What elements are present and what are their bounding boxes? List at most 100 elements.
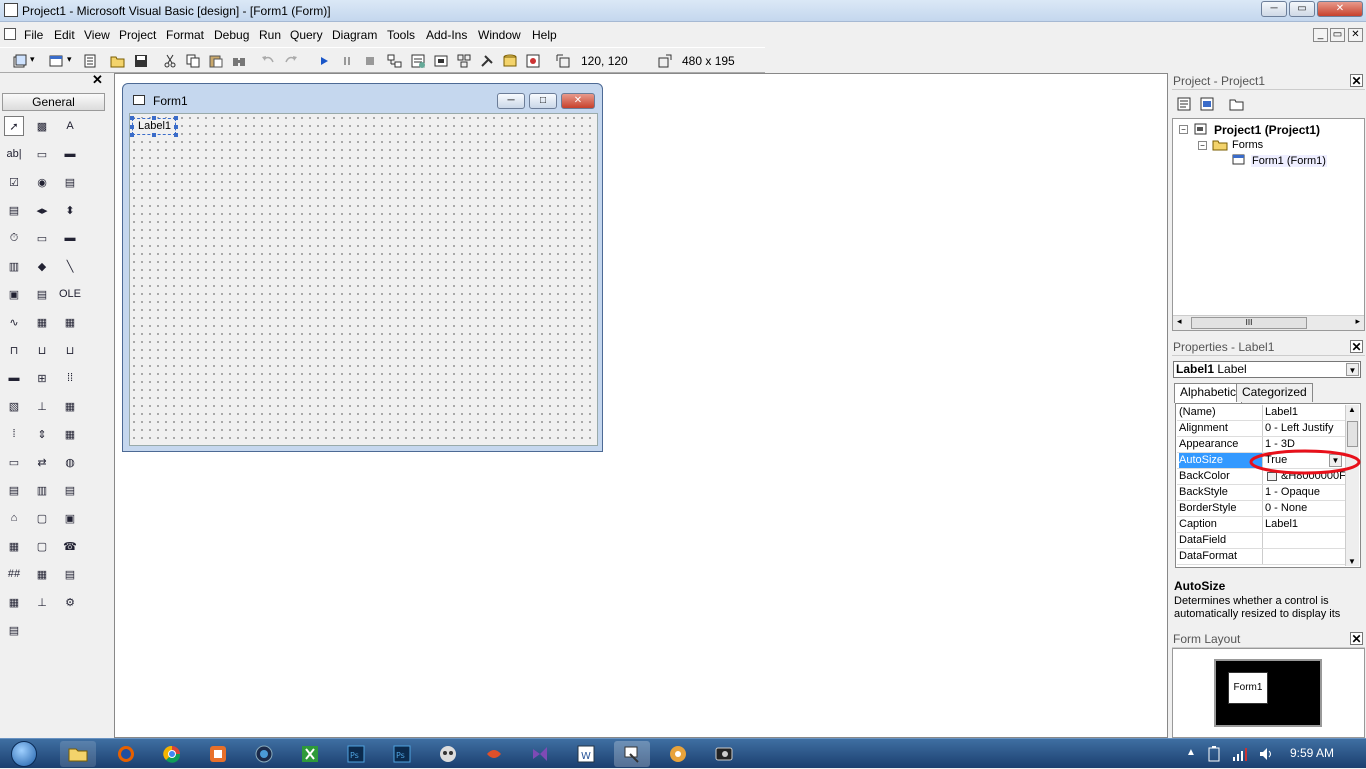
- mdi-close-button[interactable]: ✕: [1348, 28, 1363, 42]
- commondialog-tool[interactable]: ▭: [4, 452, 24, 472]
- timer-tool[interactable]: ⏱: [4, 228, 24, 248]
- add-form-icon[interactable]: [48, 53, 64, 69]
- winsock-tool[interactable]: ⇄: [32, 452, 52, 472]
- menu-query[interactable]: Query: [290, 28, 323, 42]
- property-row[interactable]: Alignment 0 - Left Justify: [1177, 421, 1345, 437]
- textbox-tool[interactable]: ab|: [4, 144, 24, 164]
- statusbar-tool[interactable]: ⊔: [60, 340, 80, 360]
- toolbox-close-button[interactable]: ✕: [91, 73, 104, 87]
- mdi-minimize-button[interactable]: _: [1313, 28, 1328, 42]
- vscrollbar-tool[interactable]: ⬍: [60, 200, 80, 220]
- property-value[interactable]: Label1: [1265, 405, 1345, 420]
- taskbar-app-icon[interactable]: [706, 741, 742, 767]
- toggle-folders-icon[interactable]: [1229, 96, 1245, 112]
- window-close-button[interactable]: ✕: [1317, 1, 1363, 17]
- phone-tool[interactable]: ☎: [60, 536, 80, 556]
- taskbar-app-icon[interactable]: [430, 741, 466, 767]
- toolbar-tool[interactable]: ⊔: [32, 340, 52, 360]
- tree-form1-item[interactable]: Form1 (Form1): [1251, 155, 1327, 167]
- start-icon[interactable]: [316, 53, 332, 69]
- shape-tool[interactable]: ◆: [32, 256, 52, 276]
- frame-tool[interactable]: ▭: [32, 144, 52, 164]
- property-value[interactable]: 0 - Left Justify: [1265, 421, 1345, 436]
- scroll-down-icon[interactable]: ▼: [1348, 557, 1356, 566]
- open-project-icon[interactable]: [110, 53, 126, 69]
- property-row[interactable]: BackStyle 1 - Opaque: [1177, 485, 1345, 501]
- slider-tool[interactable]: ⊥: [32, 396, 52, 416]
- hierflexgrid-tool[interactable]: ▦: [60, 424, 80, 444]
- mdi-system-icon[interactable]: [4, 28, 16, 40]
- drivelistbox-tool[interactable]: ▭: [32, 228, 52, 248]
- menu-diagram[interactable]: Diagram: [332, 28, 377, 42]
- ole-tool[interactable]: OLE: [59, 284, 81, 304]
- project-explorer-icon[interactable]: [387, 53, 403, 69]
- taskbar-app-icon[interactable]: [200, 741, 236, 767]
- menu-edit[interactable]: Edit: [54, 28, 75, 42]
- flexgrid-tool[interactable]: ▦: [60, 396, 80, 416]
- resize-handle[interactable]: [174, 125, 178, 129]
- picturebox-tool[interactable]: ▩: [32, 116, 52, 136]
- imagelist-tool[interactable]: ▧: [4, 396, 24, 416]
- taskbar-app-icon[interactable]: [476, 741, 512, 767]
- property-value[interactable]: 0 - None: [1265, 501, 1345, 516]
- data-view-icon[interactable]: [502, 53, 518, 69]
- menu-file[interactable]: File: [24, 28, 43, 42]
- start-button[interactable]: [4, 739, 44, 769]
- internet-tool[interactable]: ◍: [60, 452, 80, 472]
- add-form-dropdown-icon[interactable]: ▾: [67, 54, 72, 65]
- datarepeater-tool[interactable]: ▢: [32, 508, 52, 528]
- sysinfo-tool[interactable]: ▤: [4, 620, 24, 640]
- object-selector-combo[interactable]: Label1 Label ▼: [1173, 361, 1361, 378]
- datalist-tool[interactable]: ▤: [60, 564, 80, 584]
- collapse-project-icon[interactable]: −: [1179, 125, 1188, 134]
- menu-run[interactable]: Run: [259, 28, 281, 42]
- properties-window-icon[interactable]: [410, 53, 426, 69]
- add-project-dropdown-icon[interactable]: ▾: [30, 54, 35, 65]
- mapi-tool[interactable]: ⚙: [60, 592, 80, 612]
- property-row[interactable]: Caption Label1: [1177, 517, 1345, 533]
- window-minimize-button[interactable]: ─: [1261, 1, 1287, 17]
- taskbar-app-icon[interactable]: [660, 741, 696, 767]
- resize-handle[interactable]: [174, 133, 178, 137]
- property-row[interactable]: BorderStyle 0 - None: [1177, 501, 1345, 517]
- toolbox-icon[interactable]: [479, 53, 495, 69]
- property-value[interactable]: [1265, 533, 1345, 548]
- taskbar-chrome-icon[interactable]: [154, 741, 190, 767]
- resize-handle[interactable]: [130, 116, 134, 120]
- taskbar-firefox-icon[interactable]: [108, 741, 144, 767]
- coolbar-tool[interactable]: ▦: [4, 536, 24, 556]
- view-object-icon[interactable]: [1199, 96, 1215, 112]
- mediaplayer-tool[interactable]: ▣: [60, 508, 80, 528]
- animation-tool[interactable]: ⁞: [4, 424, 24, 444]
- project-horizontal-scrollbar[interactable]: ◂ III ▸: [1173, 315, 1364, 330]
- menu-addins[interactable]: Add-Ins: [426, 28, 467, 42]
- save-project-icon[interactable]: [133, 53, 149, 69]
- copy-icon[interactable]: [185, 53, 201, 69]
- show-hidden-icons[interactable]: ▲: [1186, 747, 1196, 758]
- form-close-button[interactable]: ✕: [561, 93, 595, 109]
- menu-view[interactable]: View: [84, 28, 110, 42]
- chevron-down-icon[interactable]: ▼: [1346, 363, 1359, 376]
- form-client-area[interactable]: Label1: [129, 113, 598, 446]
- form1-designer-window[interactable]: Form1 ─ □ ✕ Label1: [122, 83, 603, 452]
- redo-icon[interactable]: [283, 53, 299, 69]
- dataenv-tool[interactable]: ⌂: [4, 508, 24, 528]
- tab-tool[interactable]: ⊓: [4, 340, 24, 360]
- resize-handle[interactable]: [152, 133, 156, 137]
- checkbox-tool[interactable]: ☑: [4, 172, 24, 192]
- collapse-forms-icon[interactable]: −: [1198, 141, 1207, 150]
- vb-app-icon[interactable]: [4, 3, 18, 17]
- maskedit-tool[interactable]: ##: [4, 564, 24, 584]
- tab-categorized[interactable]: Categorized: [1236, 383, 1313, 402]
- tree-forms-folder[interactable]: Forms: [1232, 139, 1263, 151]
- undo-icon[interactable]: [260, 53, 276, 69]
- scroll-right-icon[interactable]: ▸: [1355, 316, 1360, 327]
- datacombo-tool[interactable]: ▤: [60, 480, 80, 500]
- menu-project[interactable]: Project: [119, 28, 156, 42]
- tree-project-root[interactable]: Project1 (Project1): [1214, 123, 1320, 137]
- component-manager-icon[interactable]: [525, 53, 541, 69]
- optionbutton-tool[interactable]: ◉: [32, 172, 52, 192]
- network-signal-icon[interactable]: [1232, 746, 1248, 762]
- menu-editor-icon[interactable]: [82, 53, 98, 69]
- tab-alphabetic[interactable]: Alphabetic: [1174, 383, 1243, 403]
